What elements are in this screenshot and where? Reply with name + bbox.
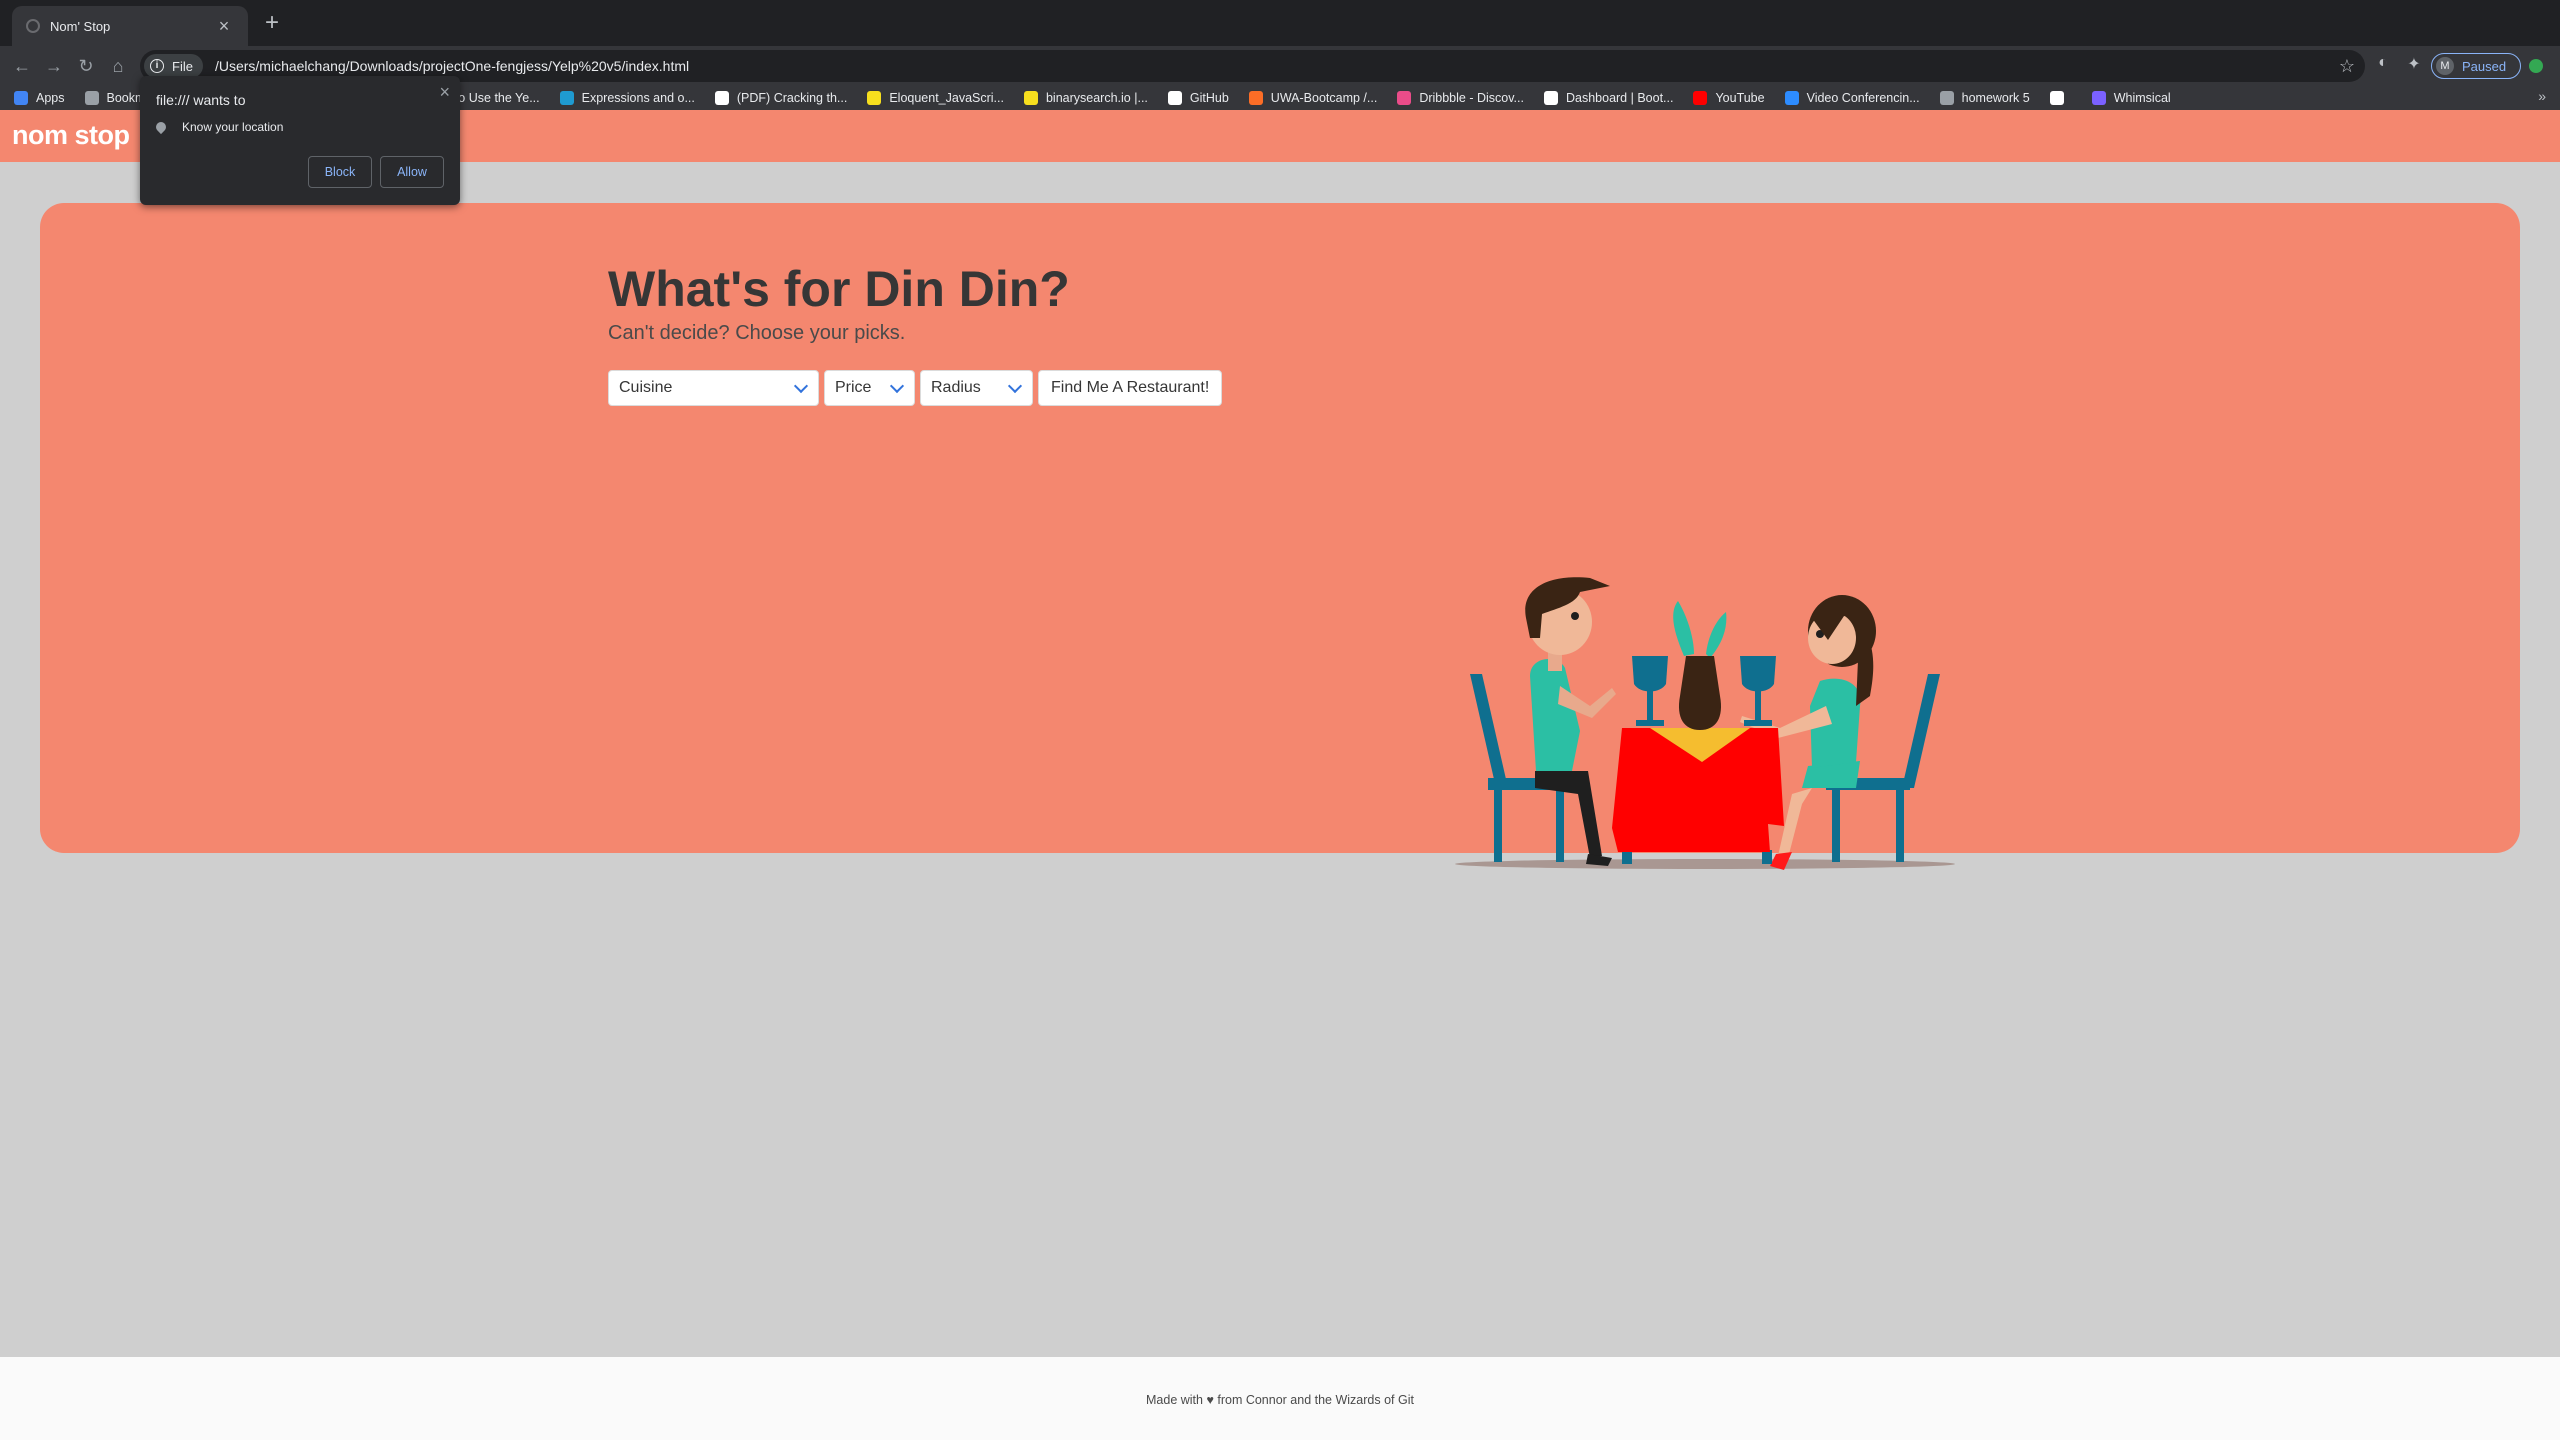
bookmark-label: Dashboard | Boot...: [1565, 91, 1674, 105]
page-subtitle: Can't decide? Choose your picks.: [608, 322, 906, 344]
bookmark-label: Whimsical: [2113, 91, 2171, 105]
bookmark-label: Expressions and o...: [581, 91, 695, 105]
bookmark-favicon-icon: [1693, 91, 1708, 105]
bookmark-favicon-icon: [559, 91, 574, 105]
bookmark-item[interactable]: GitHub: [1167, 91, 1229, 105]
bookmark-item[interactable]: Bookm: [84, 91, 145, 105]
bookmark-favicon-icon: [1939, 91, 1954, 105]
bookmark-label: Apps: [36, 91, 65, 105]
forward-arrow-icon[interactable]: →: [40, 52, 68, 80]
bookmark-item[interactable]: Expressions and o...: [559, 91, 695, 105]
page-title: What's for Din Din?: [608, 261, 1070, 317]
bookmark-favicon-icon: [84, 91, 99, 105]
sync-paused-label: Paused: [2462, 58, 2507, 74]
bookmark-item[interactable]: Eloquent_JavaScri...: [867, 91, 1004, 105]
file-label: File: [172, 58, 193, 74]
new-tab-icon[interactable]: +: [258, 10, 286, 36]
price-select-label: Price: [835, 379, 872, 396]
bookmark-label: Dribbble - Discov...: [1419, 91, 1524, 105]
flower-vase: [1673, 601, 1727, 730]
bookmark-favicon-icon: [1784, 91, 1799, 105]
brand-logo[interactable]: nom stop: [12, 120, 130, 151]
cuisine-select-label: Cuisine: [619, 379, 673, 396]
permission-item: Know your location: [153, 119, 284, 135]
bookmark-item[interactable]: Dashboard | Boot...: [1543, 91, 1674, 105]
bookmark-item[interactable]: Whimsical: [2091, 91, 2171, 105]
bookmark-favicon-icon: [714, 91, 729, 105]
cuisine-select[interactable]: Cuisine: [608, 370, 819, 406]
chevron-down-icon: [793, 378, 809, 393]
url-text[interactable]: /Users/michaelchang/Downloads/projectOne…: [215, 58, 689, 74]
extension-icon[interactable]: ◐: [2372, 54, 2394, 72]
radius-select-label: Radius: [931, 379, 981, 396]
dinner-date-illustration: [1455, 577, 1955, 870]
close-tab-icon[interactable]: ×: [214, 16, 234, 37]
bookmark-label: Video Conferencin...: [1806, 91, 1920, 105]
bookmark-item[interactable]: UWA-Bootcamp /...: [1248, 91, 1378, 105]
bookmark-item[interactable]: binarysearch.io |...: [1023, 91, 1148, 105]
bookmark-label: Eloquent_JavaScri...: [889, 91, 1004, 105]
location-pin-icon: [153, 119, 169, 135]
find-restaurant-button[interactable]: Find Me A Restaurant!: [1038, 370, 1223, 406]
permission-title: file:/// wants to: [156, 92, 246, 108]
bookmark-label: GitHub: [1189, 91, 1229, 105]
bookmark-item[interactable]: (PDF) Cracking th...: [714, 91, 848, 105]
radius-select[interactable]: Radius: [920, 370, 1033, 406]
reload-icon[interactable]: ↻: [72, 52, 100, 80]
bookmark-favicon-icon: [1167, 91, 1182, 105]
bookmark-label: YouTube: [1715, 91, 1765, 105]
bookmark-label: UWA-Bootcamp /...: [1270, 91, 1378, 105]
bookmark-favicon-icon: [1248, 91, 1263, 105]
back-arrow-icon[interactable]: ←: [8, 52, 36, 80]
profile-button[interactable]: M Paused: [2431, 53, 2521, 79]
bookmark-item[interactable]: [2049, 91, 2072, 105]
chevron-down-icon: [889, 378, 905, 393]
location-permission-dialog: file:/// wants to × Know your location B…: [140, 76, 460, 205]
avatar: M: [2436, 57, 2454, 75]
bookmark-favicon-icon: [1543, 91, 1558, 105]
dinner-table: [1612, 728, 1784, 864]
bookmark-item[interactable]: Video Conferencin...: [1784, 91, 1920, 105]
address-bar[interactable]: i File /Users/michaelchang/Downloads/pro…: [140, 50, 2365, 82]
bookmark-favicon-icon: [1397, 91, 1412, 105]
bookmark-favicon-icon: [2091, 91, 2106, 105]
bookmark-label: binarysearch.io |...: [1045, 91, 1148, 105]
hero-section: [40, 203, 2520, 853]
bookmark-label: homework 5: [1961, 91, 2030, 105]
floor-shadow: [1455, 859, 1955, 869]
price-select[interactable]: Price: [824, 370, 915, 406]
browser-tab[interactable]: Nom' Stop ×: [12, 6, 248, 46]
more-bookmarks-icon[interactable]: »: [2538, 88, 2546, 104]
close-icon[interactable]: ×: [439, 82, 450, 103]
bookmark-label: (PDF) Cracking th...: [736, 91, 848, 105]
site-info-chip[interactable]: i File: [144, 54, 203, 78]
home-icon[interactable]: ⌂: [104, 52, 132, 80]
permission-text: Know your location: [182, 120, 284, 134]
bookmark-item[interactable]: Dribbble - Discov...: [1397, 91, 1524, 105]
bookmark-favicon-icon: [14, 91, 28, 105]
tab-favicon-icon: [26, 19, 40, 33]
puzzle-extensions-icon[interactable]: ✦: [2403, 54, 2425, 74]
bookmark-favicon-icon: [2049, 91, 2064, 105]
bookmark-star-icon[interactable]: ☆: [2339, 56, 2355, 77]
extension-green-icon[interactable]: [2529, 59, 2543, 73]
site-footer: Made with ♥ from Connor and the Wizards …: [0, 1357, 2560, 1440]
man-figure: [1525, 577, 1616, 866]
tab-title: Nom' Stop: [50, 18, 111, 34]
block-button[interactable]: Block: [308, 156, 372, 188]
bookmark-favicon-icon: [1023, 91, 1038, 105]
info-icon: i: [150, 59, 164, 73]
bookmark-favicon-icon: [867, 91, 882, 105]
allow-button[interactable]: Allow: [380, 156, 444, 188]
search-controls: Cuisine Price Radius Find Me A Restauran…: [608, 370, 1223, 406]
bookmark-item[interactable]: Apps: [14, 91, 65, 105]
bookmark-item[interactable]: YouTube: [1693, 91, 1765, 105]
browser-tab-strip: Nom' Stop × +: [0, 0, 2560, 46]
chevron-down-icon: [1007, 378, 1023, 393]
bookmark-item[interactable]: homework 5: [1939, 91, 2030, 105]
footer-credit: Made with ♥ from Connor and the Wizards …: [1146, 1393, 1414, 1407]
